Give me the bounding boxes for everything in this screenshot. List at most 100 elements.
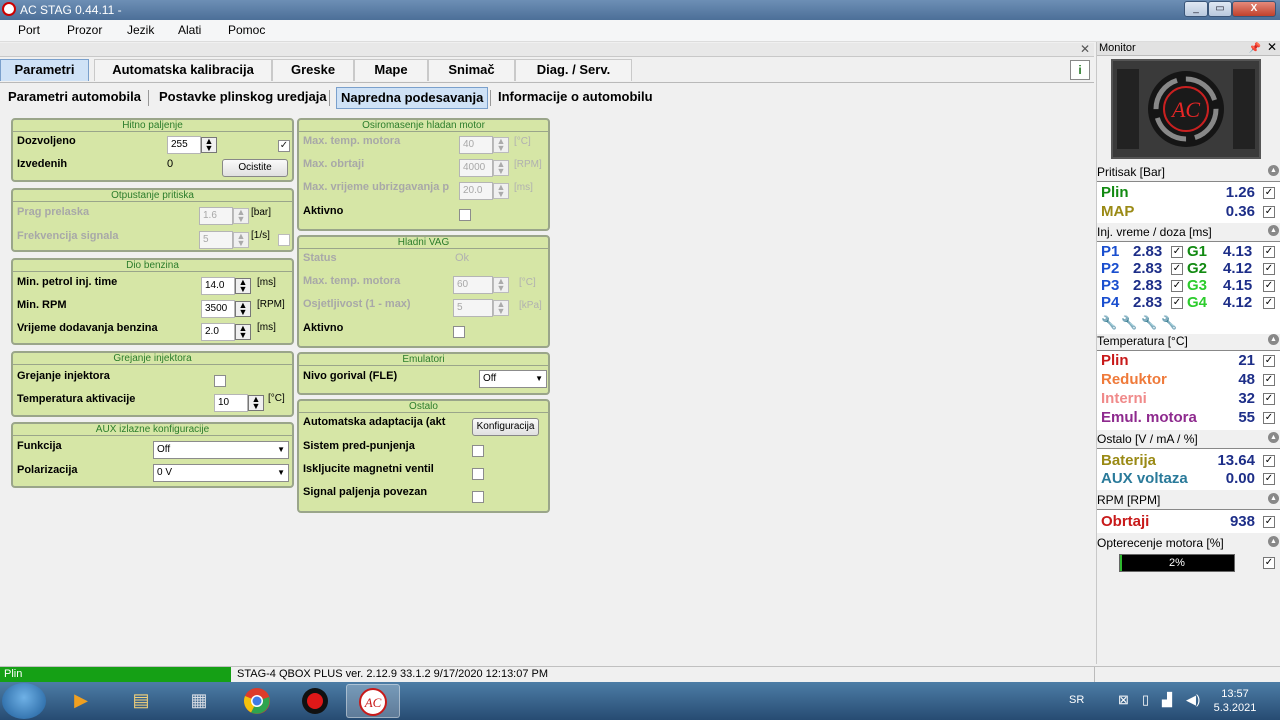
- ocistite-button[interactable]: Ocistite: [222, 159, 288, 177]
- dozvoljeno-checkbox[interactable]: ✓: [278, 140, 290, 152]
- clock[interactable]: 13:57 5.3.2021: [1210, 687, 1260, 715]
- collapse-icon[interactable]: ▲: [1268, 165, 1279, 176]
- menu-port[interactable]: Port: [18, 23, 40, 37]
- temperatura-aktivacije-input[interactable]: 10: [214, 394, 248, 412]
- status-label: Status: [303, 252, 337, 264]
- map-checkbox[interactable]: ✓: [1263, 206, 1275, 218]
- nivo-gorival-select[interactable]: Off ▼: [479, 370, 547, 388]
- taskbar-media-player-icon[interactable]: ▶: [54, 684, 108, 718]
- dozvoljeno-stepper[interactable]: ▲ ▼: [201, 137, 217, 153]
- menu-alati[interactable]: Alati: [178, 23, 201, 37]
- menu-jezik[interactable]: Jezik: [127, 23, 154, 37]
- group-title: Hladni VAG: [299, 237, 548, 249]
- reduktor-checkbox[interactable]: ✓: [1263, 374, 1275, 386]
- interni-checkbox[interactable]: ✓: [1263, 393, 1275, 405]
- vag-aktivno-checkbox[interactable]: [453, 326, 465, 338]
- p1-checkbox[interactable]: ✓: [1171, 246, 1183, 258]
- otpustanje-checkbox[interactable]: [278, 234, 290, 246]
- windows-start-button[interactable]: [2, 683, 46, 719]
- tab-greske[interactable]: Greske: [272, 59, 354, 81]
- group-hitno-paljenje: Hitno paljenje Dozvoljeno 255 ▲ ▼ ✓ Izved…: [11, 118, 294, 182]
- network-icon[interactable]: ⊠: [1118, 692, 1129, 708]
- close-button[interactable]: X: [1232, 1, 1276, 17]
- g1-checkbox[interactable]: ✓: [1263, 246, 1275, 258]
- min-petrol-input[interactable]: 14.0: [201, 277, 235, 295]
- tab-postavke-plinskog-uredjaja[interactable]: Postavke plinskog uredjaja: [155, 87, 331, 109]
- p2-checkbox[interactable]: ✓: [1171, 263, 1183, 275]
- obrtaji-checkbox[interactable]: ✓: [1263, 516, 1275, 528]
- tab-napredna-podesavanja[interactable]: Napredna podesavanja: [336, 87, 489, 109]
- group-title: Dio benzina: [13, 260, 292, 272]
- g2-checkbox[interactable]: ✓: [1263, 263, 1275, 275]
- interni-label: Interni: [1101, 390, 1147, 407]
- close-icon[interactable]: ✕: [1267, 41, 1277, 54]
- p3-checkbox[interactable]: ✓: [1171, 280, 1183, 292]
- aux-voltaza-checkbox[interactable]: ✓: [1263, 473, 1275, 485]
- tab-informacije-o-automobilu[interactable]: Informacije o automobilu: [494, 87, 657, 109]
- signal-paljenja-checkbox[interactable]: [472, 491, 484, 503]
- ostalo-header: Ostalo [V / mA / %] ▲: [1097, 432, 1280, 446]
- group-dio-benzina: Dio benzina Min. petrol inj. time 14.0 ▲…: [11, 258, 294, 345]
- min-petrol-stepper[interactable]: ▲ ▼: [235, 278, 251, 294]
- taskbar-record-icon[interactable]: [288, 684, 342, 718]
- emul-motora-checkbox[interactable]: ✓: [1263, 412, 1275, 424]
- polarizacija-label: Polarizacija: [17, 464, 78, 476]
- prag-prelaska-label: Prag prelaska: [17, 206, 90, 218]
- volume-icon[interactable]: ◀): [1186, 692, 1200, 708]
- signal-icon[interactable]: ▟: [1162, 692, 1172, 708]
- chevron-down-icon: ▼: [277, 468, 285, 477]
- min-rpm-stepper[interactable]: ▲ ▼: [235, 301, 251, 317]
- vrijeme-dodavanja-input[interactable]: 2.0: [201, 323, 235, 341]
- nivo-gorival-label: Nivo gorival (FLE): [303, 370, 398, 382]
- osjetljivost-input: 5: [453, 299, 493, 317]
- funkcija-select[interactable]: Off ▼: [153, 441, 289, 459]
- collapse-icon[interactable]: ▲: [1268, 536, 1279, 547]
- sistem-pred-punjenja-checkbox[interactable]: [472, 445, 484, 457]
- maximize-button[interactable]: ▭: [1208, 1, 1232, 17]
- pin-icon[interactable]: 📌: [1249, 42, 1261, 55]
- taskbar-chrome-icon[interactable]: [230, 684, 284, 718]
- grejanje-injektora-checkbox[interactable]: [214, 375, 226, 387]
- collapse-icon[interactable]: ▲: [1268, 493, 1279, 504]
- g1-value: 4.13: [1223, 243, 1253, 260]
- tab-snimac[interactable]: Snimač: [428, 59, 515, 81]
- menu-prozor[interactable]: Prozor: [67, 23, 102, 37]
- g3-checkbox[interactable]: ✓: [1263, 280, 1275, 292]
- taskbar-explorer-icon[interactable]: ▤: [114, 684, 168, 718]
- p2-label: P2: [1101, 260, 1120, 277]
- funkcija-value: Off: [157, 444, 171, 455]
- collapse-icon[interactable]: ▲: [1268, 334, 1279, 345]
- polarizacija-select[interactable]: 0 V ▼: [153, 464, 289, 482]
- close-panel-icon[interactable]: ✕: [1080, 42, 1090, 56]
- tab-parametri-automobila[interactable]: Parametri automobila: [4, 87, 145, 109]
- collapse-icon[interactable]: ▲: [1268, 225, 1279, 236]
- opterecenje-progress-text: 2%: [1169, 557, 1185, 569]
- collapse-icon[interactable]: ▲: [1268, 432, 1279, 443]
- min-rpm-input[interactable]: 3500: [201, 300, 235, 318]
- g4-checkbox[interactable]: ✓: [1263, 297, 1275, 309]
- konfiguracija-button[interactable]: Konfiguracija: [472, 418, 539, 436]
- tab-diag-serv[interactable]: Diag. / Serv.: [515, 59, 632, 81]
- frekvencija-signala-unit: [1/s]: [251, 230, 270, 241]
- temperatura-aktivacije-stepper[interactable]: ▲ ▼: [248, 395, 264, 411]
- p4-checkbox[interactable]: ✓: [1171, 297, 1183, 309]
- info-icon[interactable]: i: [1070, 60, 1090, 80]
- temp-plin-checkbox[interactable]: ✓: [1263, 355, 1275, 367]
- tab-parametri[interactable]: Parametri: [0, 59, 89, 81]
- taskbar-ac-stag-icon[interactable]: AC: [346, 684, 400, 718]
- battery-icon[interactable]: ▯: [1142, 692, 1149, 708]
- dozvoljeno-input[interactable]: 255: [167, 136, 201, 154]
- baterija-checkbox[interactable]: ✓: [1263, 455, 1275, 467]
- tab-mape[interactable]: Mape: [354, 59, 428, 81]
- g3-label: G3: [1187, 277, 1208, 294]
- tab-automatska-kalibracija[interactable]: Automatska kalibracija: [94, 59, 272, 81]
- iskljucite-magnetni-ventil-checkbox[interactable]: [472, 468, 484, 480]
- language-indicator[interactable]: SR: [1069, 694, 1084, 706]
- vrijeme-dodavanja-stepper[interactable]: ▲ ▼: [235, 324, 251, 340]
- aktivno-checkbox[interactable]: [459, 209, 471, 221]
- menu-pomoc[interactable]: Pomoc: [228, 23, 265, 37]
- opterecenje-checkbox[interactable]: ✓: [1263, 557, 1275, 569]
- taskbar-calculator-icon[interactable]: ▦: [172, 684, 226, 718]
- plin-pressure-checkbox[interactable]: ✓: [1263, 187, 1275, 199]
- minimize-button[interactable]: _: [1184, 1, 1208, 17]
